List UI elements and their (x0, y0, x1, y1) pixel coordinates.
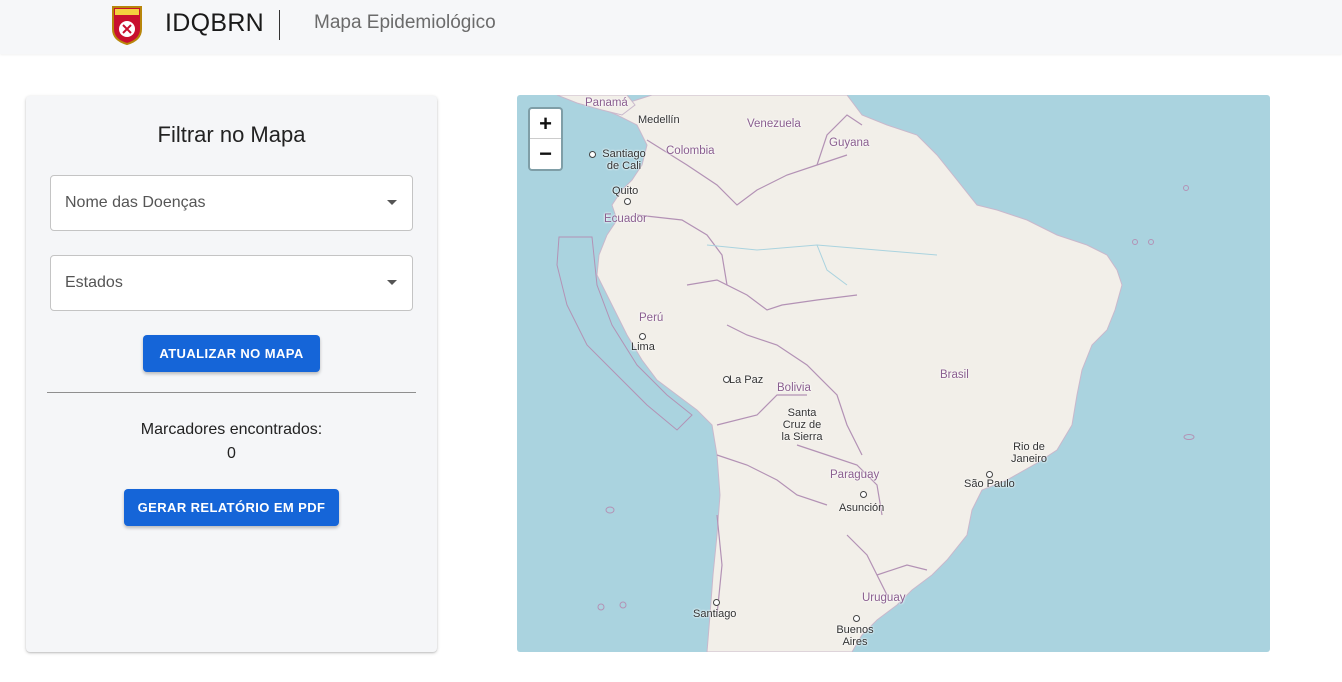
city-marker-cali (589, 151, 596, 158)
city-marker-quito (624, 198, 631, 205)
markers-found-count: 0 (227, 445, 236, 462)
city-marker-lapaz (723, 376, 730, 383)
map-label-asuncion: Asunción (839, 502, 885, 514)
city-marker-santiago (713, 599, 720, 606)
panel-divider (47, 392, 416, 393)
generate-pdf-button[interactable]: GERAR RELATÓRIO EM PDF (124, 489, 339, 526)
city-marker-buenosaires (853, 615, 860, 622)
map-label-buenosaires: Buenos Aires (836, 624, 874, 648)
map-label-saopaulo: São Paulo (964, 478, 1015, 490)
map-label-colombia: Colombia (666, 145, 715, 157)
zoom-in-button[interactable]: + (530, 109, 561, 138)
map-label-santacruz: Santa Cruz de la Sierra (781, 407, 823, 443)
map-label-bolivia: Bolivia (777, 382, 811, 394)
filter-panel-title: Filtrar no Mapa (157, 122, 306, 147)
header-divider (279, 10, 280, 40)
disease-select[interactable]: Nome das Doenças (50, 175, 413, 231)
map-label-brasil: Brasil (940, 369, 969, 381)
map-label-rio: Rio de Janeiro (1010, 441, 1048, 465)
state-select[interactable]: Estados (50, 255, 413, 311)
update-map-button[interactable]: ATUALIZAR NO MAPA (143, 335, 320, 372)
city-marker-asuncion (860, 491, 867, 498)
filter-panel: Filtrar no Mapa Nome das Doenças Estados… (26, 96, 437, 652)
city-marker-lima (639, 333, 646, 340)
app-brand-title: IDQBRN (165, 9, 265, 37)
zoom-out-button[interactable]: − (530, 139, 561, 168)
top-app-bar: IDQBRN Mapa Epidemiológico (0, 0, 1342, 54)
map-label-lapaz: La Paz (729, 374, 764, 386)
map-label-venezuela: Venezuela (747, 118, 801, 130)
map-label-paraguay: Paraguay (830, 469, 880, 481)
markers-found-label: Marcadores encontrados: (140, 421, 323, 438)
epidemiological-map[interactable]: Panamá Venezuela Colombia Guyana Ecuador… (517, 95, 1270, 652)
map-label-ecuador: Ecuador (604, 213, 647, 225)
chevron-down-icon (387, 280, 397, 285)
map-label-panama: Panamá (585, 97, 628, 109)
map-label-medellin: Medellín (638, 114, 680, 126)
map-label-cali: Santiago de Cali (602, 148, 646, 172)
city-marker-saopaulo (986, 471, 993, 478)
idqbrn-shield-logo (112, 6, 142, 45)
state-select-placeholder: Estados (65, 274, 123, 291)
map-label-santiago: Santiago (693, 608, 737, 620)
map-tiles (556, 95, 1195, 652)
map-zoom-control: + − (528, 107, 563, 171)
chevron-down-icon (387, 200, 397, 205)
south-america-land (576, 95, 1123, 652)
map-label-uruguay: Uruguay (862, 592, 906, 604)
map-label-quito: Quito (612, 185, 639, 197)
map-label-guyana: Guyana (829, 137, 870, 149)
page-subtitle: Mapa Epidemiológico (314, 12, 496, 33)
map-label-lima: Lima (631, 341, 655, 353)
disease-select-placeholder: Nome das Doenças (65, 194, 206, 211)
map-label-peru: Perú (639, 312, 664, 324)
